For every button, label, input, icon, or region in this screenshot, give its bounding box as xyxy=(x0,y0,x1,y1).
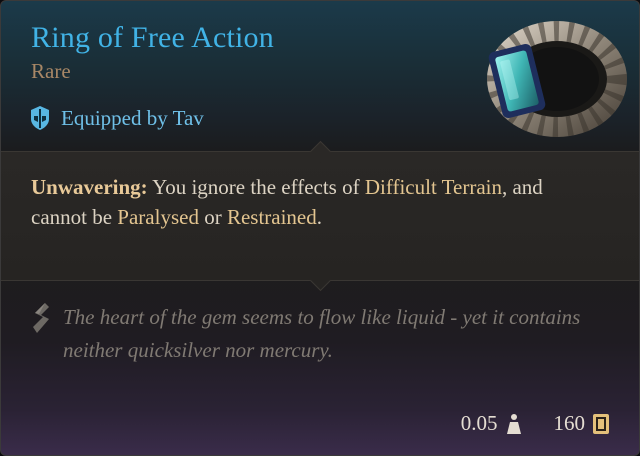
helm-icon xyxy=(31,106,49,130)
description-fragment: . xyxy=(316,205,323,229)
ring-icon xyxy=(487,21,627,137)
gold-value: 160 xyxy=(553,411,586,435)
tooltip-header: Ring of Free Action Rare Equipped by Tav xyxy=(1,1,639,149)
keyword-restrained[interactable]: Restrained xyxy=(227,205,317,229)
description-fragment: You ignore the effects of xyxy=(147,175,365,199)
quill-icon xyxy=(33,303,49,333)
weight-icon xyxy=(506,413,521,434)
keyword-paralysed[interactable]: Paralysed xyxy=(117,205,199,229)
equipped-status: Equipped by Tav xyxy=(29,105,204,131)
equipped-label: Equipped by Tav xyxy=(61,105,204,130)
flavor-text: The heart of the gem seems to flow like … xyxy=(63,305,581,362)
passive-name: Unwavering: xyxy=(31,175,148,199)
description-panel: Unwavering: You ignore the effects of Di… xyxy=(1,140,639,292)
description-text: Unwavering: You ignore the effects of Di… xyxy=(31,172,591,232)
gold-icon xyxy=(593,413,609,434)
keyword-difficult-terrain[interactable]: Difficult Terrain xyxy=(365,175,502,199)
divider-notch xyxy=(309,269,332,292)
description-fragment: or xyxy=(198,205,227,229)
item-rarity: Rare xyxy=(31,59,71,83)
item-name: Ring of Free Action xyxy=(31,21,274,54)
item-tooltip: Ring of Free Action Rare Equipped by Tav xyxy=(0,0,640,456)
weight-value: 0.05 xyxy=(460,411,498,435)
item-stats-footer: 0.05 160 xyxy=(461,411,609,436)
